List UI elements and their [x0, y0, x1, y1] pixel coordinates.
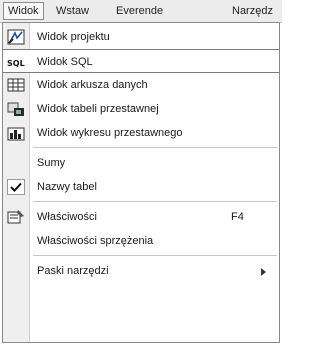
menu-wstaw[interactable]: Wstaw: [52, 3, 93, 19]
menu-item-pivot-chart-view[interactable]: Widok wykresu przestawnego: [3, 121, 279, 145]
menu-item-label: Sumy: [37, 157, 66, 169]
checkmark-icon: [7, 179, 25, 195]
menu-item-label: Widok projektu: [37, 31, 110, 43]
menu-everende[interactable]: Everende: [112, 3, 167, 19]
menu-item-label: Nazwy tabel: [37, 181, 97, 193]
menu-item-label: Widok SQL: [37, 56, 93, 68]
menu-item-label: Właściwości: [37, 211, 97, 223]
view-dropdown-menu: Widok projektu SQL Widok SQL Widok arkus…: [2, 22, 280, 343]
menu-item-label: Widok tabeli przestawnej: [37, 103, 159, 115]
menu-item-toolbars[interactable]: Paski narzędzi: [3, 259, 279, 283]
menu-item-label: Widok wykresu przestawnego: [37, 127, 183, 139]
menu-item-join-properties[interactable]: Właściwości sprzężenia: [3, 229, 279, 253]
submenu-arrow-icon: [261, 268, 266, 276]
menu-separator: [33, 255, 277, 256]
menu-item-label: Właściwości sprzężenia: [37, 235, 154, 247]
menu-item-design-view[interactable]: Widok projektu: [3, 25, 279, 49]
sql-view-icon: SQL: [7, 54, 25, 70]
menu-widok[interactable]: Widok: [3, 2, 44, 20]
menu-separator: [33, 201, 277, 202]
menu-item-label: Widok arkusza danych: [37, 79, 148, 91]
menu-narzedzia[interactable]: Narzędz: [228, 3, 277, 19]
design-view-icon: [7, 29, 25, 45]
menu-item-datasheet-view[interactable]: Widok arkusza danych: [3, 73, 279, 97]
menu-item-table-names[interactable]: Nazwy tabel: [3, 175, 279, 199]
menu-item-pivot-table-view[interactable]: Widok tabeli przestawnej: [3, 97, 279, 121]
properties-icon: [7, 209, 25, 225]
pivot-chart-view-icon: [7, 125, 25, 141]
menu-item-sql-view[interactable]: SQL Widok SQL: [3, 49, 279, 73]
svg-text:SQL: SQL: [7, 59, 25, 68]
datasheet-view-icon: [7, 77, 25, 93]
menu-separator: [33, 147, 277, 148]
menu-item-shortcut: F4: [231, 211, 244, 223]
menu-item-label: Paski narzędzi: [37, 265, 109, 277]
menu-item-totals[interactable]: Sumy: [3, 151, 279, 175]
menu-item-properties[interactable]: Właściwości F4: [3, 205, 279, 229]
menu-bar: Widok Wstaw Everende Narzędz: [0, 0, 282, 23]
pivot-table-view-icon: [7, 101, 25, 117]
